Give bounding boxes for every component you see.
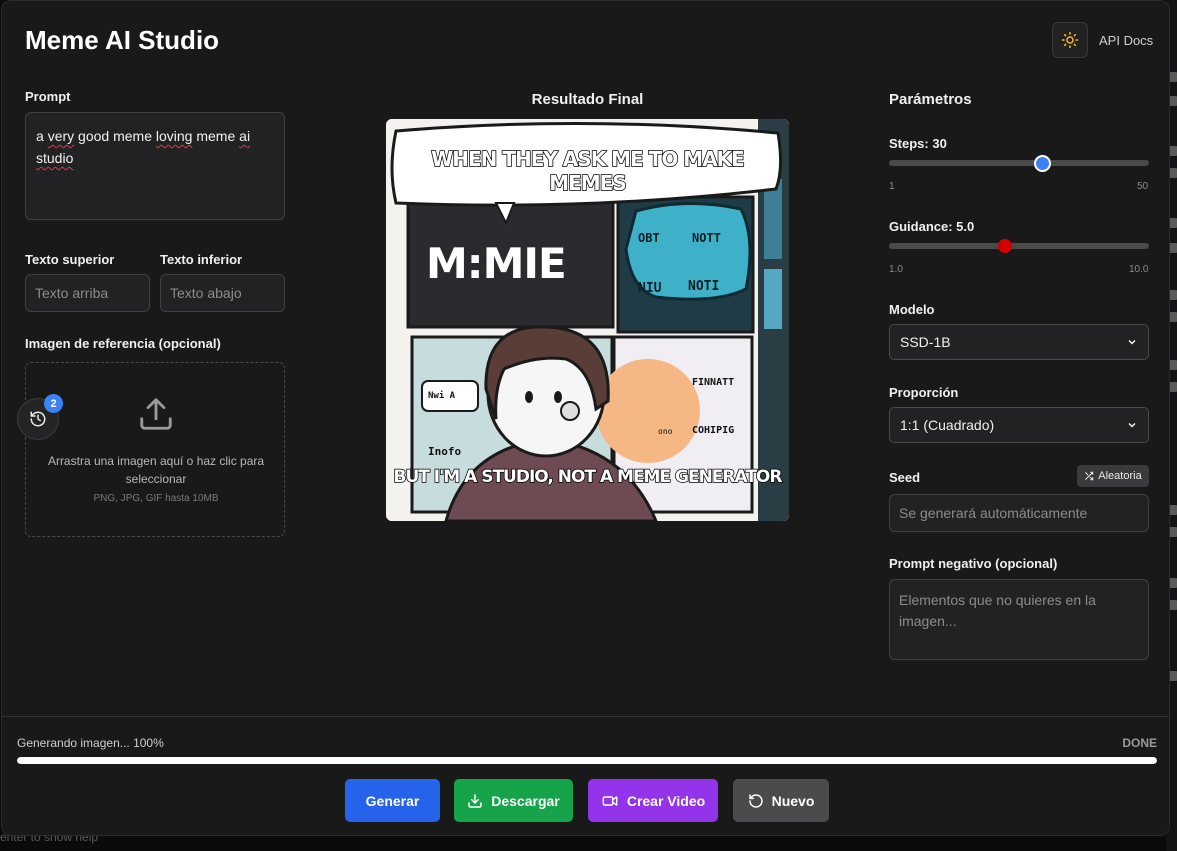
ratio-select-value: 1:1 (Cuadrado) xyxy=(900,417,995,433)
guidance-max: 10.0 xyxy=(1129,264,1149,275)
sun-icon xyxy=(1061,31,1079,49)
ratio-select[interactable]: 1:1 (Cuadrado) xyxy=(889,407,1149,443)
app-title: Meme AI Studio xyxy=(25,25,220,55)
dropzone-hint: PNG, JPG, GIF hasta 10MB xyxy=(93,493,219,504)
seed-label: Seed xyxy=(889,470,921,485)
steps-min: 1 xyxy=(889,181,895,192)
model-select-value: SSD-1B xyxy=(900,334,951,350)
history-icon xyxy=(30,411,46,427)
prompt-label: Prompt xyxy=(25,89,71,104)
reference-image-label: Imagen de referencia (opcional) xyxy=(25,336,221,351)
meme-panel-word: M:MIE xyxy=(426,239,567,288)
footer-bar: Generando imagen... 100% DONE Generar De… xyxy=(2,716,1169,835)
parameters-title: Parámetros xyxy=(889,91,972,108)
create-video-button[interactable]: Crear Video xyxy=(588,779,718,822)
download-icon xyxy=(468,793,482,808)
steps-max: 50 xyxy=(1137,181,1149,192)
upload-icon xyxy=(140,398,172,430)
top-text-input[interactable]: Texto arriba xyxy=(25,274,150,312)
generation-status: Generando imagen... 100% xyxy=(17,736,164,750)
steps-slider-thumb[interactable] xyxy=(1034,155,1052,172)
meme-panel-note-4: Nwi A xyxy=(428,391,456,401)
guidance-min: 1.0 xyxy=(889,264,903,275)
top-text-label: Texto superior xyxy=(25,252,115,267)
generate-button[interactable]: Generar xyxy=(345,779,440,822)
done-status: DONE xyxy=(1122,736,1157,750)
api-docs-link[interactable]: API Docs xyxy=(1099,33,1153,48)
meme-panel-note-1: FINNATT xyxy=(692,377,735,388)
generated-meme-image: WHEN THEY ASK ME TO MAKE MEMES M:MIE OBT… xyxy=(386,119,789,521)
bottom-text-input[interactable]: Texto abajo xyxy=(160,274,285,312)
steps-label: Steps: 30 xyxy=(889,136,947,151)
shuffle-icon xyxy=(1085,471,1094,481)
history-count-badge: 2 xyxy=(44,394,63,413)
random-seed-button[interactable]: Aleatoria xyxy=(1077,465,1149,487)
guidance-slider-thumb[interactable] xyxy=(997,239,1012,253)
meme-bubble-word-2: NOTT xyxy=(692,231,721,245)
download-button[interactable]: Descargar xyxy=(454,779,573,822)
meme-panel-note-3: Inofo xyxy=(428,445,462,458)
meme-bubble-word-4: NOTI xyxy=(688,279,720,294)
chevron-down-icon xyxy=(1128,422,1136,428)
steps-slider[interactable] xyxy=(889,160,1149,166)
meme-studio-modal: Meme AI Studio API Docs Prompt a very go… xyxy=(1,0,1170,836)
meme-top-caption: WHEN THEY ASK ME TO MAKE MEMES xyxy=(430,146,745,196)
negative-prompt-label: Prompt negativo (opcional) xyxy=(889,556,1058,571)
bottom-text-label: Texto inferior xyxy=(160,252,243,267)
progress-fill xyxy=(17,757,1157,764)
theme-toggle-button[interactable] xyxy=(1052,22,1088,58)
meme-panel-note-5: ono xyxy=(658,427,673,436)
model-select[interactable]: SSD-1B xyxy=(889,324,1149,360)
meme-panel-note-2: COHIPIG xyxy=(692,425,735,436)
image-dropzone[interactable]: Arrastra una imagen aquí o haz clic para… xyxy=(25,362,285,537)
meme-bubble-word-1: OBT xyxy=(638,231,660,245)
result-title: Resultado Final xyxy=(531,91,644,108)
prompt-textarea[interactable]: a very good meme loving meme ai studio xyxy=(25,112,285,220)
negative-prompt-textarea[interactable]: Elementos que no quieres en la imagen... xyxy=(889,579,1149,660)
video-camera-icon xyxy=(602,795,618,806)
progress-bar xyxy=(17,757,1157,764)
meme-bottom-caption: BUT I'M A STUDIO, NOT A MEME GENERATOR xyxy=(393,466,783,488)
meme-bubble-word-3: NIU xyxy=(638,281,662,296)
guidance-label: Guidance: 5.0 xyxy=(889,219,975,234)
seed-input[interactable]: Se generará automáticamente xyxy=(889,494,1149,532)
guidance-slider[interactable] xyxy=(889,243,1149,249)
new-button[interactable]: Nuevo xyxy=(733,779,829,822)
chevron-down-icon xyxy=(1128,339,1136,345)
model-label: Modelo xyxy=(889,302,935,317)
dropzone-text: Arrastra una imagen aquí o haz clic para… xyxy=(47,454,265,486)
ratio-label: Proporción xyxy=(889,385,959,400)
reset-icon xyxy=(748,793,763,808)
